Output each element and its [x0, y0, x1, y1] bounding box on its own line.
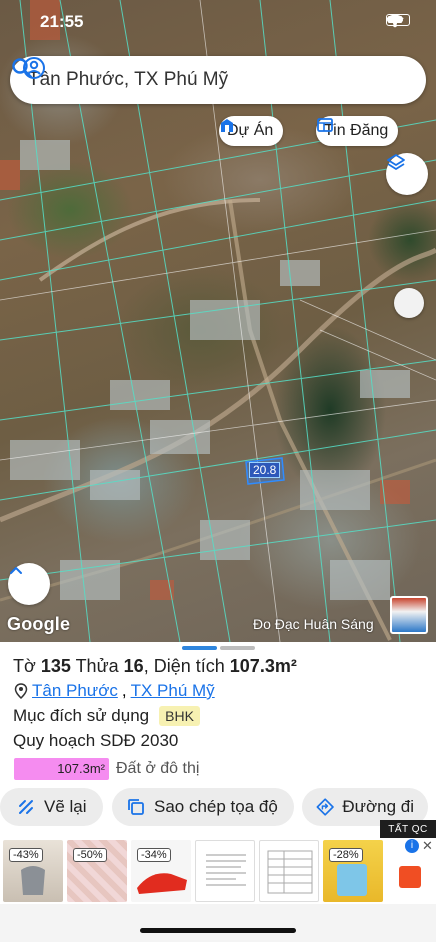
directions-icon [316, 798, 334, 816]
district-link[interactable]: TX Phú Mỹ [131, 681, 215, 701]
expand-up-button[interactable] [8, 563, 50, 605]
planning-area-bar: 107.3m² [14, 758, 109, 780]
parcel-summary: Tờ 135 Thửa 16, Diện tích 107.3m² [13, 656, 297, 676]
ad-product-image [267, 850, 313, 894]
satellite-map[interactable]: 21:55 Tân Phước, TX Phú Mỹ Dự Án Tin Đăn… [0, 0, 436, 642]
close-ads-button[interactable]: TẤT QC [380, 820, 436, 838]
parcel-location: Tân Phước, TX Phú Mỹ [14, 681, 215, 701]
parcel-info-sheet: Tờ 135 Thửa 16, Diện tích 107.3m² Tân Ph… [0, 642, 436, 826]
status-time: 21:55 [40, 12, 84, 31]
ad-discount: -43% [9, 848, 43, 862]
planning-title: Quy hoạch SDĐ 2030 [13, 731, 179, 750]
ad-discount: -34% [137, 848, 171, 862]
directions-label: Đường đi [342, 797, 414, 816]
layers-button[interactable] [386, 153, 428, 195]
usage-code-badge[interactable]: BHK [159, 706, 200, 726]
map-credit: Đo Đạc Huân Sáng [253, 616, 374, 632]
battery-icon [386, 14, 410, 26]
google-logo: Google [7, 614, 71, 634]
parcel-number: 16 [123, 656, 144, 676]
sheet-handle[interactable] [182, 646, 255, 650]
ad-item[interactable]: -34% [131, 840, 191, 902]
search-icon[interactable] [10, 56, 34, 80]
ad-item[interactable]: -28% [323, 840, 383, 902]
ad-banner[interactable]: -43% -50% -34% -28% [0, 838, 436, 902]
ad-discount: -50% [73, 848, 107, 862]
sheet-handle-inactive [220, 646, 255, 650]
area-label: Diện tích [153, 656, 225, 676]
parcel-label: Thửa [75, 656, 119, 676]
shopee-logo-icon[interactable] [399, 866, 421, 888]
sheet-number: 135 [40, 656, 71, 676]
land-usage-row: Mục đích sử dụng BHK [13, 706, 200, 726]
ward-link[interactable]: Tân Phước [32, 681, 118, 701]
search-input[interactable]: Tân Phước, TX Phú Mỹ [28, 69, 426, 91]
building-icon [221, 119, 233, 132]
ad-product-image [206, 854, 246, 886]
copy-coordinates-button[interactable]: Sao chép tọa độ [112, 788, 294, 826]
planning-area-value: 107.3m² [57, 761, 105, 776]
copy-icon [128, 799, 144, 815]
du-an-chip[interactable]: Dự Án [219, 116, 284, 146]
redraw-icon [19, 800, 33, 814]
ad-close-icon[interactable]: ✕ [422, 838, 433, 854]
chevron-up-icon [10, 567, 22, 574]
ad-info-icon[interactable]: i [405, 839, 419, 853]
status-bar: 21:55 [0, 10, 436, 34]
area-value: 107.3m² [229, 656, 297, 676]
sheet-label: Tờ [13, 656, 36, 676]
redraw-button[interactable]: Vẽ lại [0, 788, 103, 826]
copy-coordinates-label: Sao chép tọa độ [154, 797, 278, 816]
plot-number-label[interactable]: 20.8 [249, 462, 281, 478]
credit-thumbnail[interactable] [390, 596, 428, 634]
usage-label: Mục đích sử dụng [13, 706, 150, 725]
location-pin-icon [14, 683, 28, 699]
redraw-label: Vẽ lại [44, 797, 87, 816]
listing-icon [317, 118, 333, 132]
bottom-safe-area [0, 904, 436, 942]
layers-icon [387, 154, 405, 170]
ad-item[interactable]: -43% [3, 840, 63, 902]
ad-item[interactable] [259, 840, 319, 902]
tin-dang-chip[interactable]: Tin Đăng [316, 116, 399, 146]
ad-discount: -28% [329, 848, 363, 862]
planning-row[interactable]: 107.3m² Đất ở đô thị [14, 758, 199, 780]
sheet-handle-active [182, 646, 217, 650]
location-separator: , [121, 681, 127, 700]
search-bar[interactable]: Tân Phước, TX Phú Mỹ [10, 56, 426, 104]
drag-handle-button[interactable] [394, 288, 424, 318]
planning-land-type: Đất ở đô thị [116, 760, 200, 777]
home-indicator[interactable] [140, 928, 296, 933]
ad-item[interactable]: -50% [67, 840, 127, 902]
ad-item[interactable] [195, 840, 255, 902]
